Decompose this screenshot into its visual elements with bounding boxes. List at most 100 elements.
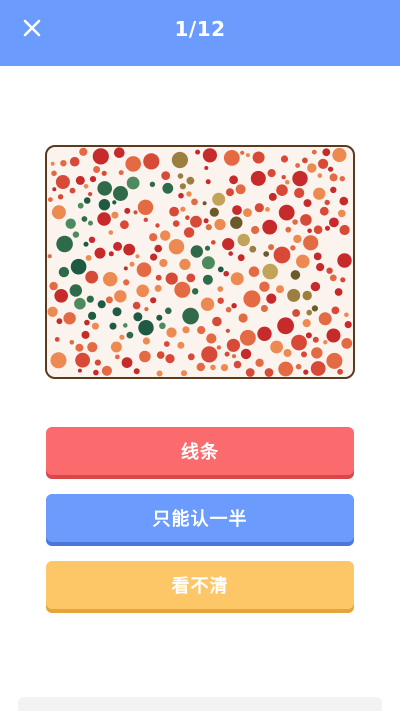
plate-dot	[86, 295, 94, 303]
plate-dot	[190, 245, 203, 258]
plate-dot	[47, 254, 52, 259]
plate-dot	[143, 153, 160, 170]
plate-dot	[300, 214, 312, 226]
plate-dot	[302, 290, 312, 301]
plate-dot	[332, 147, 347, 163]
plate-dot	[74, 297, 86, 310]
plate-dot	[209, 207, 219, 217]
plate-dot	[220, 364, 229, 372]
plate-dot	[149, 181, 156, 187]
plate-dot	[114, 290, 127, 303]
plate-dot	[305, 332, 312, 339]
plate-dot	[166, 327, 177, 338]
plate-dot	[281, 175, 286, 180]
plate-dot	[290, 245, 296, 251]
plate-dot	[225, 328, 230, 333]
plate-dot	[329, 217, 339, 228]
plate-dot	[344, 321, 352, 329]
plate-dot	[339, 196, 349, 206]
plate-dot	[97, 300, 106, 309]
plate-dot	[143, 217, 148, 222]
plate-dot	[133, 210, 138, 215]
plate-dot	[329, 274, 337, 282]
plate-dot	[278, 204, 295, 221]
plate-dot	[214, 218, 226, 231]
plate-dot	[240, 348, 252, 360]
plate-dot	[123, 279, 130, 286]
plate-dot	[180, 370, 188, 377]
plate-dot	[88, 311, 97, 320]
plate-dot	[217, 297, 224, 304]
plate-dot	[182, 307, 199, 325]
plate-dot	[202, 201, 207, 206]
plate-dot	[217, 286, 224, 292]
plate-dot	[60, 160, 67, 167]
plate-dot	[81, 216, 88, 222]
plate-dot	[115, 354, 120, 360]
answer-unclear-button[interactable]: 看不清	[46, 561, 354, 609]
answer-half-button[interactable]: 只能认一半	[46, 494, 354, 542]
plate-dot	[334, 288, 343, 296]
plate-dot	[51, 205, 66, 220]
plate-dot	[114, 147, 125, 158]
plate-dot	[83, 197, 91, 204]
plate-dot	[63, 312, 76, 325]
plate-dot	[190, 215, 202, 228]
plate-dot	[278, 361, 294, 377]
bottom-panel	[18, 697, 382, 711]
plate-dot	[267, 169, 276, 178]
plate-dot	[339, 224, 350, 236]
plate-dot	[283, 349, 292, 357]
plate-dot	[160, 230, 171, 241]
plate-dot	[109, 322, 117, 330]
plate-dot	[301, 351, 307, 358]
plate-dot	[110, 341, 122, 353]
plate-dot	[229, 175, 239, 185]
plate-dot	[177, 173, 184, 179]
plate-dot	[252, 151, 265, 164]
plate-dot	[101, 365, 112, 376]
plate-dot	[259, 281, 270, 292]
plate-dot	[307, 228, 312, 234]
plate-dot	[245, 368, 255, 377]
plate-dot	[205, 224, 212, 231]
plate-dot	[223, 150, 240, 166]
plate-dot	[126, 331, 134, 339]
progress-title: 1/12	[174, 17, 226, 41]
plate-dot	[317, 173, 323, 178]
plate-dot	[65, 218, 76, 229]
plate-dot	[159, 258, 168, 268]
plate-dot	[337, 368, 343, 375]
plate-dot	[54, 337, 60, 342]
plate-dot	[235, 184, 246, 195]
answer-lines-button[interactable]: 线条	[46, 427, 354, 475]
plate-dot	[179, 258, 191, 270]
plate-dot	[154, 244, 162, 253]
plate-dot	[101, 170, 107, 176]
plate-dot	[303, 199, 312, 208]
plate-dot	[340, 277, 346, 283]
plate-dot	[245, 153, 250, 158]
plate-dot	[112, 200, 117, 205]
plate-dot	[81, 330, 90, 339]
plate-dot	[344, 312, 349, 318]
plate-dot	[210, 364, 216, 371]
plate-dot	[155, 223, 160, 228]
plate-dot	[287, 288, 301, 302]
plate-dot	[178, 192, 184, 199]
plate-dot	[69, 284, 82, 297]
plate-dot	[133, 312, 143, 322]
plate-dot	[216, 345, 222, 350]
plate-dot	[172, 220, 180, 227]
plate-dot	[49, 281, 58, 291]
plate-dot	[313, 187, 326, 200]
plate-dot	[310, 361, 326, 376]
plate-dot	[108, 230, 114, 235]
plate-dot	[50, 161, 55, 166]
plate-dot	[231, 303, 237, 309]
plate-dot	[159, 322, 166, 330]
plate-dot	[125, 156, 141, 172]
plate-dot	[180, 206, 186, 212]
plate-dot	[313, 252, 322, 261]
plate-dot	[262, 219, 278, 235]
